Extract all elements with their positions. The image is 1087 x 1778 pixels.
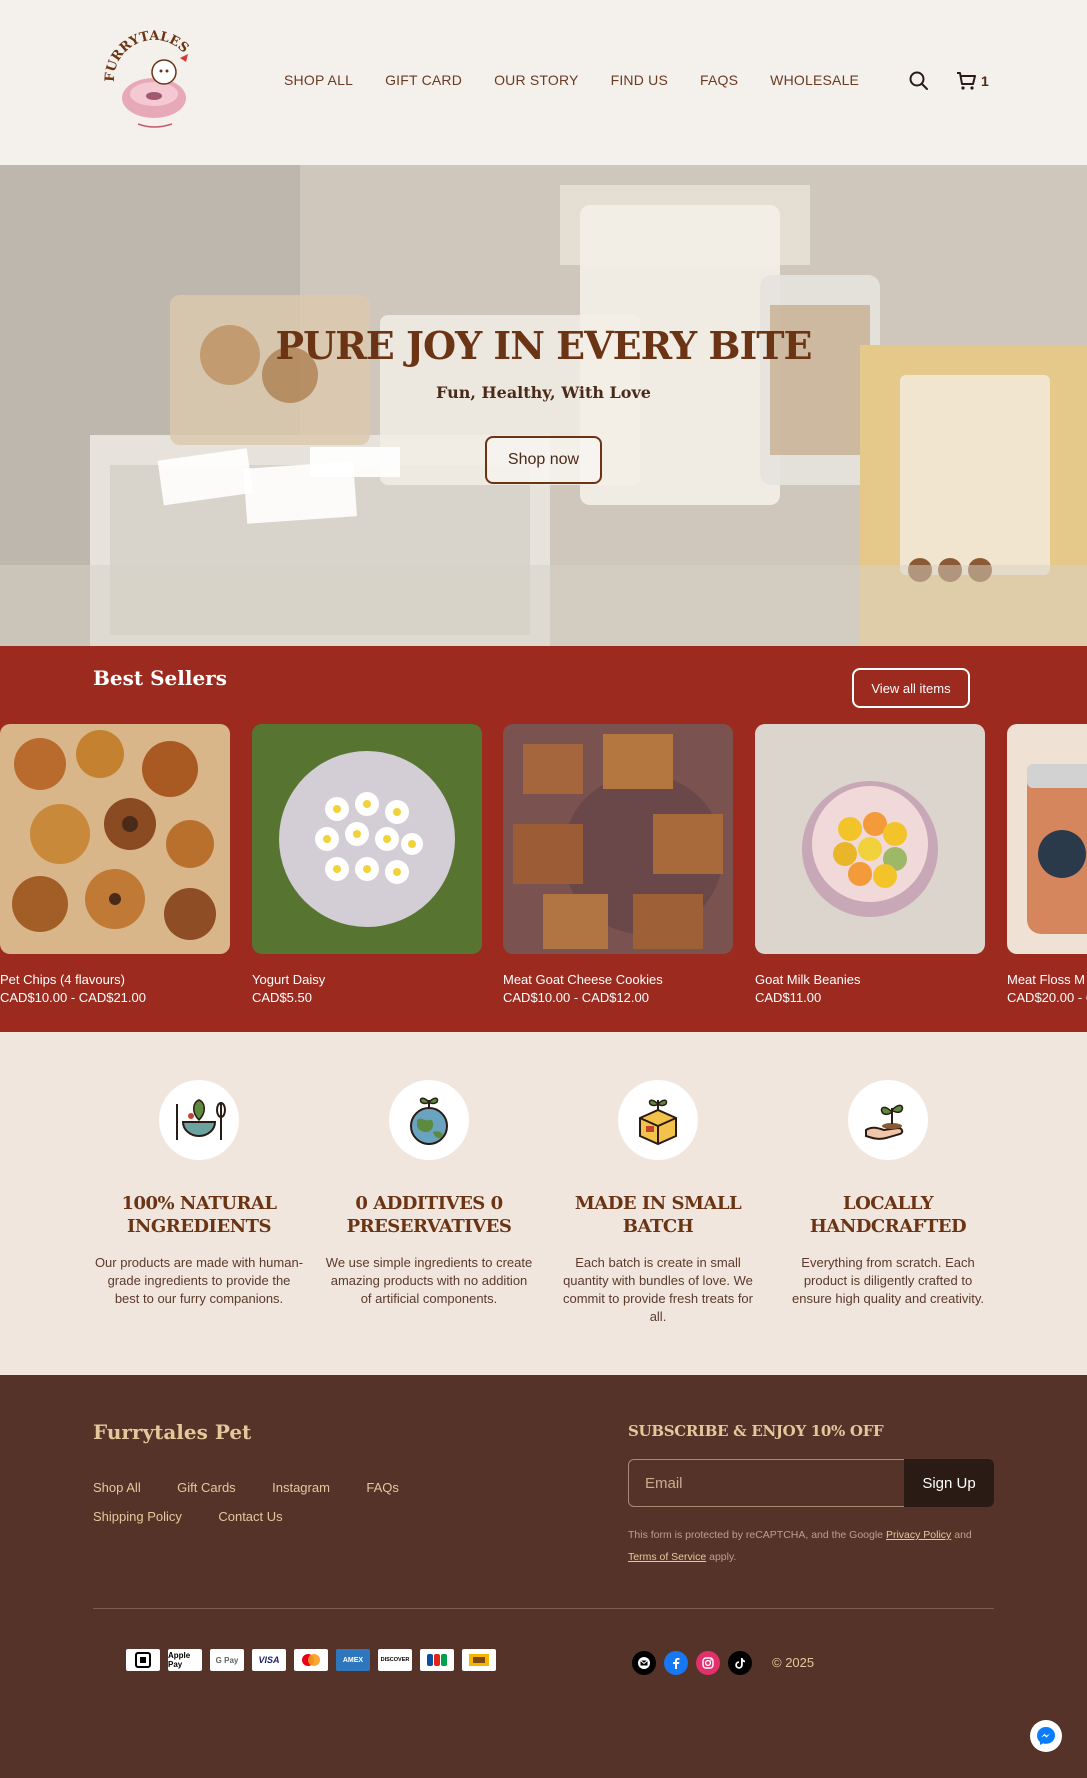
best-sellers-title: Best Sellers <box>93 666 227 690</box>
hero-banner: PURE JOY IN EVERY BITE Fun, Healthy, Wit… <box>0 165 1087 646</box>
product-image <box>0 724 230 954</box>
best-sellers-section: Best Sellers View all items Pet Chips (4… <box>0 646 1087 1032</box>
privacy-policy-link[interactable]: Privacy Policy <box>886 1529 951 1541</box>
product-card[interactable]: Goat Milk Beanies CAD$11.00 <box>755 724 985 1005</box>
footer-brand: Furrytales Pet <box>93 1420 252 1444</box>
feature-title: MADE IN SMALL BATCH <box>574 1193 742 1237</box>
payment-methods: Apple Pay G Pay VISA AMEX DISCOVER <box>126 1649 496 1671</box>
hand-sprout-icon <box>848 1080 928 1160</box>
footer-links: Shop All Gift Cards Instagram FAQs Shipp… <box>93 1479 493 1537</box>
footer-link-contact-us[interactable]: Contact Us <box>218 1509 282 1524</box>
product-card[interactable]: Pet Chips (4 flavours) CAD$10.00 - CAD$2… <box>0 724 230 1005</box>
discover-icon: DISCOVER <box>378 1649 412 1671</box>
feature-natural: 100% NATURAL INGREDIENTS Our products ar… <box>94 1080 304 1308</box>
apple-pay-icon: Apple Pay <box>168 1649 202 1671</box>
feature-title: 0 ADDITIVES 0 PRESERVATIVES <box>346 1193 512 1237</box>
main-nav: SHOP ALL GIFT CARD OUR STORY FIND US FAQ… <box>284 72 891 88</box>
shop-now-button[interactable]: Shop now <box>485 436 602 484</box>
feature-text: We use simple ingredients to create amaz… <box>325 1255 533 1306</box>
feature-text: Everything from scratch. Each product is… <box>792 1255 984 1306</box>
globe-sprout-icon <box>389 1080 469 1160</box>
bowl-leaf-icon <box>159 1080 239 1160</box>
product-name: Meat Floss M <box>1007 972 1086 987</box>
product-card[interactable]: Yogurt Daisy CAD$5.50 <box>252 724 482 1005</box>
product-name: Yogurt Daisy <box>252 972 326 987</box>
footer-link-shop-all[interactable]: Shop All <box>93 1480 141 1495</box>
amex-icon: AMEX <box>336 1649 370 1671</box>
cart-count: 1 <box>981 73 989 89</box>
recaptcha-notice: This form is protected by reCAPTCHA, and… <box>628 1524 1008 1568</box>
product-card[interactable]: Meat Floss M CAD$20.00 - C <box>1007 724 1087 1005</box>
instagram-icon[interactable] <box>696 1651 720 1675</box>
footer-link-shipping-policy[interactable]: Shipping Policy <box>93 1509 182 1524</box>
feature-text: Each batch is create in small quantity w… <box>562 1255 753 1324</box>
google-pay-icon: G Pay <box>210 1649 244 1671</box>
recaptcha-apply: apply. <box>709 1551 737 1563</box>
footer-link-instagram[interactable]: Instagram <box>272 1480 330 1495</box>
feature-handcrafted: LOCALLY HANDCRAFTED Everything from scra… <box>783 1080 993 1308</box>
jcb-icon <box>420 1649 454 1671</box>
product-name: Pet Chips (4 flavours) <box>0 972 125 987</box>
svg-text:FURRYTALES: FURRYTALES <box>103 29 192 82</box>
nav-faqs[interactable]: FAQS <box>700 72 738 88</box>
feature-small-batch: MADE IN SMALL BATCH Each batch is create… <box>553 1080 763 1326</box>
product-price: CAD$5.50 <box>252 990 312 1005</box>
footer-divider <box>93 1608 994 1609</box>
product-name: Goat Milk Beanies <box>755 972 861 987</box>
feature-title: LOCALLY HANDCRAFTED <box>809 1193 967 1237</box>
product-price: CAD$10.00 - CAD$21.00 <box>0 990 146 1005</box>
view-all-button[interactable]: View all items <box>852 668 970 708</box>
product-image <box>755 724 985 954</box>
email-field[interactable] <box>628 1459 905 1507</box>
social-links <box>632 1651 752 1675</box>
nav-gift-card[interactable]: GIFT CARD <box>385 72 462 88</box>
feature-no-additives: 0 ADDITIVES 0 PRESERVATIVES We use simpl… <box>324 1080 534 1308</box>
product-price: CAD$10.00 - CAD$12.00 <box>503 990 649 1005</box>
product-image <box>503 724 733 954</box>
product-image <box>1007 724 1087 954</box>
furrytales-logo[interactable]: FURRYTALES <box>96 28 212 136</box>
cart-button[interactable]: 1 <box>955 70 995 92</box>
square-pay-icon <box>126 1649 160 1671</box>
email-icon[interactable] <box>632 1651 656 1675</box>
unionpay-icon <box>462 1649 496 1671</box>
sign-up-button[interactable]: Sign Up <box>904 1459 994 1507</box>
product-card[interactable]: Meat Goat Cheese Cookies CAD$10.00 - CAD… <box>503 724 733 1005</box>
hero-content: PURE JOY IN EVERY BITE Fun, Healthy, Wit… <box>0 165 1087 646</box>
copyright: © 2025 <box>772 1655 815 1670</box>
nav-our-story[interactable]: OUR STORY <box>494 72 579 88</box>
site-footer: Furrytales Pet Shop All Gift Cards Insta… <box>0 1375 1087 1778</box>
hero-title: PURE JOY IN EVERY BITE <box>275 323 813 368</box>
product-image <box>252 724 482 954</box>
terms-of-service-link[interactable]: Terms of Service <box>628 1551 706 1563</box>
nav-find-us[interactable]: FIND US <box>611 72 668 88</box>
facebook-icon[interactable] <box>664 1651 688 1675</box>
footer-link-gift-cards[interactable]: Gift Cards <box>177 1480 236 1495</box>
recaptcha-and: and <box>954 1529 972 1541</box>
box-sprout-icon <box>618 1080 698 1160</box>
nav-wholesale[interactable]: WHOLESALE <box>770 72 859 88</box>
search-icon[interactable] <box>908 70 930 92</box>
nav-shop-all[interactable]: SHOP ALL <box>284 72 353 88</box>
features-section: 100% NATURAL INGREDIENTS Our products ar… <box>0 1032 1087 1375</box>
tiktok-icon[interactable] <box>728 1651 752 1675</box>
cart-icon <box>957 72 976 90</box>
recaptcha-text: This form is protected by reCAPTCHA, and… <box>628 1529 884 1541</box>
mastercard-icon <box>294 1649 328 1671</box>
messenger-chat-icon[interactable] <box>1030 1720 1062 1752</box>
visa-icon: VISA <box>252 1649 286 1671</box>
site-header: FURRYTALES SHOP ALL GIFT CARD OUR STORY … <box>0 0 1087 165</box>
feature-title: 100% NATURAL INGREDIENTS <box>121 1193 277 1237</box>
feature-text: Our products are made with human-grade i… <box>94 1255 304 1306</box>
subscribe-title: SUBSCRIBE & ENJOY 10% OFF <box>628 1422 884 1440</box>
product-price: CAD$20.00 - C <box>1007 990 1087 1005</box>
hero-subtitle: Fun, Healthy, With Love <box>436 383 651 402</box>
product-price: CAD$11.00 <box>755 990 822 1005</box>
footer-link-faqs[interactable]: FAQs <box>366 1480 399 1495</box>
product-name: Meat Goat Cheese Cookies <box>503 972 663 987</box>
